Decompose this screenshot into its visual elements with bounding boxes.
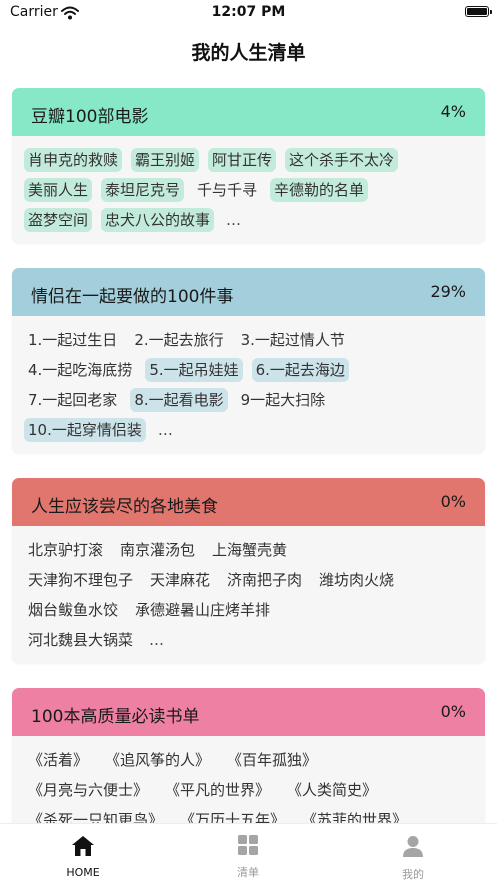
item-row: 《活着》 《追风筝的人》 《百年孤独》 — [24, 745, 473, 775]
list-scroll-area[interactable]: 豆瓣100部电影 4% 肖申克的救赎 霸王别姬 阿甘正传 这个杀手不太冷 美丽人生 泰坦尼克号… — [0, 78, 497, 823]
item-tag[interactable]: 4.一起吃海底捞 — [24, 358, 136, 382]
item-tag[interactable]: 《人类简史》 — [283, 778, 381, 802]
item-tag-completed[interactable]: 肖申克的救赎 — [24, 148, 123, 172]
more-ellipsis[interactable]: … — [223, 211, 244, 229]
item-tag-completed[interactable]: 6.一起去海边 — [251, 358, 349, 382]
list-card[interactable]: 豆瓣100部电影 4% 肖申克的救赎 霸王别姬 阿甘正传 这个杀手不太冷 美丽人生 泰坦尼克号… — [12, 88, 485, 243]
item-tag-completed[interactable]: 辛德勒的名单 — [270, 178, 369, 202]
item-tag[interactable]: 9一起大扫除 — [237, 388, 330, 412]
item-row: 美丽人生 泰坦尼克号 千与千寻 辛德勒的名单 — [24, 175, 473, 205]
item-tag[interactable]: 河北魏县大锅菜 — [24, 628, 137, 652]
card-title: 情侣在一起要做的100件事 — [31, 287, 234, 307]
card-header[interactable]: 人生应该尝尽的各地美食 0% — [12, 478, 485, 526]
item-tag[interactable]: 《追风筝的人》 — [101, 748, 214, 772]
item-tag[interactable]: 《平凡的世界》 — [161, 778, 274, 802]
item-row: 10.一起穿情侣装 … — [24, 415, 473, 445]
card-progress-percent: 0% — [440, 702, 466, 721]
tab-home-label: HOME — [66, 866, 100, 879]
item-tag[interactable]: 《活着》 — [24, 748, 92, 772]
item-tag[interactable]: 承德避暑山庄烤羊排 — [131, 598, 274, 622]
item-row: 北京驴打滚 南京灌汤包 上海蟹壳黄 — [24, 535, 473, 565]
item-tag[interactable]: 《万历十五年》 — [176, 808, 289, 823]
card-progress-percent: 0% — [440, 492, 466, 511]
item-tag-completed[interactable]: 这个杀手不太冷 — [285, 148, 399, 172]
item-tag[interactable]: 天津狗不理包子 — [24, 568, 137, 592]
person-icon — [401, 836, 425, 862]
card-progress-percent: 4% — [440, 102, 466, 121]
more-ellipsis[interactable]: … — [155, 421, 176, 439]
item-row: 盗梦空间 忠犬八公的故事 … — [24, 205, 473, 235]
item-tag[interactable]: 7.一起回老家 — [24, 388, 121, 412]
item-tag[interactable]: 《杀死一只知更鸟》 — [24, 808, 167, 823]
item-tag[interactable]: 上海蟹壳黄 — [208, 538, 291, 562]
item-row: 天津狗不理包子 天津麻花 济南把子肉 潍坊肉火烧 — [24, 565, 473, 595]
status-bar: Carrier 12:07 PM — [0, 0, 497, 26]
card-header[interactable]: 情侣在一起要做的100件事 29% — [12, 268, 485, 316]
item-tag-completed[interactable]: 霸王别姬 — [131, 148, 200, 172]
list-card[interactable]: 情侣在一起要做的100件事 29% 1.一起过生日 2.一起去旅行 3.一起过情人节 4.… — [12, 268, 485, 453]
card-items: 1.一起过生日 2.一起去旅行 3.一起过情人节 4.一起吃海底捞 5.一起吊娃娃 6.一… — [12, 316, 485, 453]
home-icon — [70, 836, 96, 862]
tab-mine-label: 我的 — [402, 868, 424, 881]
item-tag[interactable]: 天津麻花 — [146, 568, 214, 592]
tab-list-label: 清单 — [237, 866, 259, 879]
battery-icon — [465, 6, 492, 17]
item-tag-completed[interactable]: 美丽人生 — [24, 178, 93, 202]
item-tag[interactable]: 南京灌汤包 — [116, 538, 199, 562]
card-items: 《活着》 《追风筝的人》 《百年孤独》 《月亮与六便士》 《平凡的世界》 《人类简史》 《杀… — [12, 736, 485, 823]
item-tag-completed[interactable]: 泰坦尼克号 — [101, 178, 185, 202]
item-row: 河北魏县大锅菜 … — [24, 625, 473, 655]
item-tag-completed[interactable]: 盗梦空间 — [24, 208, 93, 232]
card-progress-percent: 29% — [430, 282, 466, 301]
page-title: 我的人生清单 — [191, 42, 306, 64]
item-tag-completed[interactable]: 10.一起穿情侣装 — [24, 418, 146, 442]
item-tag[interactable]: 济南把子肉 — [223, 568, 306, 592]
item-tag[interactable]: 烟台鲅鱼水饺 — [24, 598, 122, 622]
item-row: 1.一起过生日 2.一起去旅行 3.一起过情人节 — [24, 325, 473, 355]
item-tag[interactable]: 《百年孤独》 — [223, 748, 321, 772]
item-tag[interactable]: 《苏菲的世界》 — [298, 808, 411, 823]
clock: 12:07 PM — [211, 4, 286, 20]
item-tag-completed[interactable]: 5.一起吊娃娃 — [145, 358, 243, 382]
item-row: 肖申克的救赎 霸王别姬 阿甘正传 这个杀手不太冷 — [24, 145, 473, 175]
item-row: 烟台鲅鱼水饺 承德避暑山庄烤羊排 — [24, 595, 473, 625]
item-row: 《杀死一只知更鸟》 《万历十五年》 《苏菲的世界》 — [24, 805, 473, 823]
list-card[interactable]: 100本高质量必读书单 0% 《活着》 《追风筝的人》 《百年孤独》 《月亮与六便士》 《平… — [12, 688, 485, 823]
tab-list[interactable]: 清单 — [188, 834, 308, 880]
tab-bar: HOME 清单 我的 — [0, 823, 497, 884]
item-tag-completed[interactable]: 阿甘正传 — [208, 148, 277, 172]
card-header[interactable]: 100本高质量必读书单 0% — [12, 688, 485, 736]
card-items: 肖申克的救赎 霸王别姬 阿甘正传 这个杀手不太冷 美丽人生 泰坦尼克号 千与千寻 辛德勒的名单… — [12, 136, 485, 243]
item-tag[interactable]: 1.一起过生日 — [24, 328, 121, 352]
card-title: 人生应该尝尽的各地美食 — [31, 497, 218, 517]
card-items: 北京驴打滚 南京灌汤包 上海蟹壳黄 天津狗不理包子 天津麻花 济南把子肉 潍坊肉火烧 烟台鲅鱼… — [12, 526, 485, 663]
item-tag[interactable]: 千与千寻 — [193, 178, 261, 202]
tab-mine[interactable]: 我的 — [353, 834, 473, 882]
card-header[interactable]: 豆瓣100部电影 4% — [12, 88, 485, 136]
more-ellipsis[interactable]: … — [146, 631, 167, 649]
card-title: 豆瓣100部电影 — [31, 107, 149, 127]
grid-icon — [237, 835, 259, 860]
list-card[interactable]: 人生应该尝尽的各地美食 0% 北京驴打滚 南京灌汤包 上海蟹壳黄 天津狗不理包子 天津麻花济… — [12, 478, 485, 663]
tab-home[interactable]: HOME — [23, 834, 143, 879]
item-tag[interactable]: 3.一起过情人节 — [237, 328, 349, 352]
item-tag[interactable]: 潍坊肉火烧 — [315, 568, 398, 592]
item-row: 《月亮与六便士》 《平凡的世界》 《人类简史》 — [24, 775, 473, 805]
item-row: 4.一起吃海底捞 5.一起吊娃娃 6.一起去海边 — [24, 355, 473, 385]
item-tag[interactable]: 北京驴打滚 — [24, 538, 107, 562]
item-tag[interactable]: 2.一起去旅行 — [130, 328, 227, 352]
item-tag-completed[interactable]: 8.一起看电影 — [130, 388, 228, 412]
item-row: 7.一起回老家 8.一起看电影 9一起大扫除 — [24, 385, 473, 415]
card-title: 100本高质量必读书单 — [31, 707, 200, 727]
item-tag[interactable]: 《月亮与六便士》 — [24, 778, 152, 802]
item-tag-completed[interactable]: 忠犬八公的故事 — [101, 208, 215, 232]
